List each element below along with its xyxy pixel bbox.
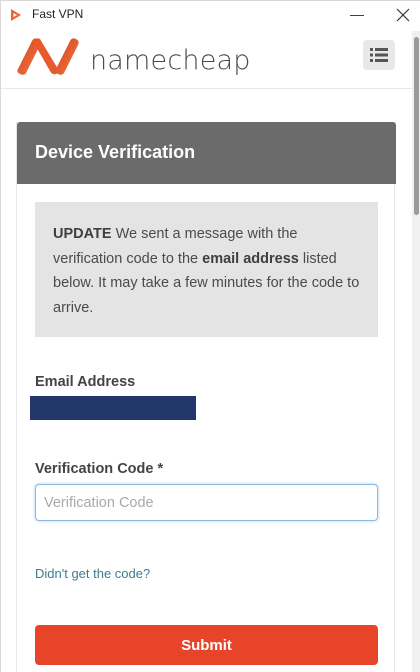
content-area: Device Verification UPDATE We sent a mes…	[1, 90, 413, 672]
card-title: Device Verification	[35, 142, 196, 162]
window-title: Fast VPN	[32, 7, 84, 21]
title-bar: Fast VPN —	[1, 1, 420, 31]
card-header: Device Verification	[17, 122, 396, 184]
close-button[interactable]	[391, 3, 415, 27]
scrollbar[interactable]	[412, 31, 420, 672]
app-icon	[11, 9, 21, 21]
namecheap-logo-icon	[17, 38, 79, 75]
email-label: Email Address	[35, 374, 136, 390]
notice-emphasis: email address	[202, 250, 299, 267]
verification-code-input[interactable]	[35, 484, 378, 521]
brand-wordmark: namecheap	[90, 45, 251, 76]
notice-lead: UPDATE	[53, 226, 112, 242]
submit-button[interactable]: Submit	[35, 625, 378, 665]
email-value-redacted	[30, 396, 196, 420]
app-header: namecheap	[1, 31, 413, 89]
list-menu-icon	[370, 48, 388, 62]
close-icon	[396, 8, 410, 22]
update-notice: UPDATE We sent a message with the verifi…	[35, 202, 378, 337]
verification-card: Device Verification UPDATE We sent a mes…	[16, 122, 396, 672]
resend-code-link[interactable]: Didn't get the code?	[35, 566, 150, 581]
app-window: Fast VPN — namecheap Device Verification…	[0, 0, 420, 672]
minimize-button[interactable]: —	[345, 3, 369, 27]
menu-button[interactable]	[363, 40, 395, 70]
scrollbar-thumb[interactable]	[414, 37, 419, 215]
verification-code-label: Verification Code *	[35, 461, 164, 477]
